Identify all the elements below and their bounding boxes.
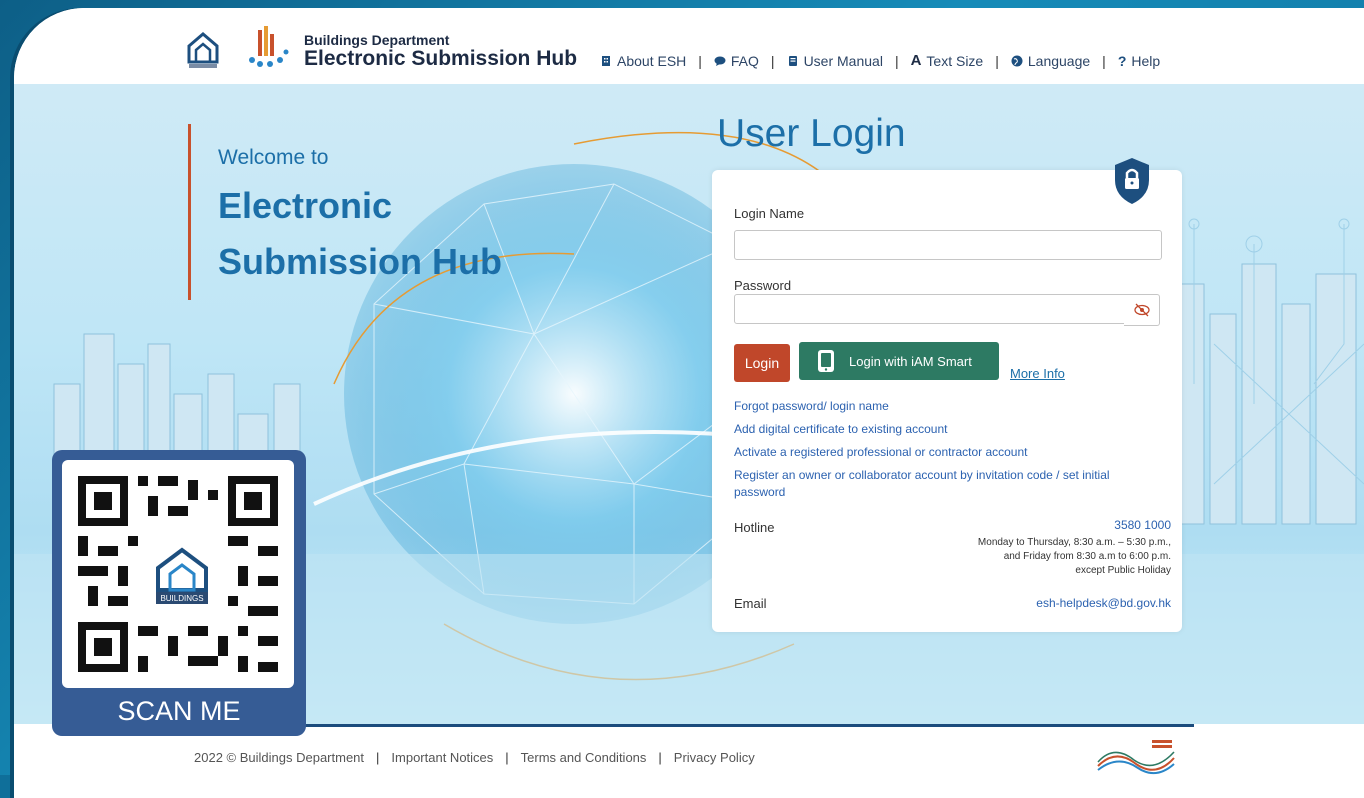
- hero-title: Electronic Submission Hub: [218, 178, 502, 290]
- password-input[interactable]: [734, 294, 1126, 324]
- iam-smart-login-button[interactable]: Login with iAM Smart: [799, 342, 999, 380]
- hero-welcome: Welcome to: [218, 146, 329, 169]
- footer-divider: [184, 724, 1194, 727]
- nav-separator: |: [770, 52, 775, 69]
- hotline-label: Hotline: [734, 520, 775, 535]
- email-link[interactable]: esh-helpdesk@bd.gov.hk: [1036, 596, 1171, 610]
- nav-language-label: Language: [1027, 52, 1091, 69]
- nav-user-manual[interactable]: User Manual: [787, 53, 883, 69]
- question-icon: ?: [1117, 52, 1127, 69]
- email-label: Email: [734, 596, 767, 611]
- accent-bar: [188, 124, 191, 300]
- footer-separator: |: [505, 750, 509, 765]
- important-notices-link[interactable]: Important Notices: [391, 750, 493, 765]
- nav-text-size-label: Text Size: [926, 52, 984, 69]
- brand-title: Electronic Submission Hub: [304, 47, 578, 70]
- copyright-text: 2022 © Buildings Department: [194, 750, 365, 765]
- footer-separator: |: [376, 750, 380, 765]
- buildings-department-qr-logo: BUILDINGS: [156, 547, 208, 604]
- forgot-password-link[interactable]: Forgot password/ login name: [734, 398, 1164, 415]
- nav-separator: |: [995, 52, 999, 69]
- hotline-hours: Monday to Thursday, 8:30 a.m. – 5:30 p.m…: [941, 536, 1171, 578]
- nav-separator: |: [894, 52, 899, 69]
- hero-title-line1: Electronic: [218, 185, 393, 226]
- nav-faq-label: FAQ: [730, 52, 759, 69]
- terms-and-conditions-link[interactable]: Terms and Conditions: [521, 750, 647, 765]
- footer-separator: |: [658, 750, 662, 765]
- more-info-link[interactable]: More Info: [1010, 366, 1065, 381]
- login-button[interactable]: Login: [734, 344, 790, 382]
- nav-faq[interactable]: FAQ: [714, 53, 759, 69]
- hero-title-line2: Submission Hub: [218, 241, 503, 282]
- nav-help[interactable]: ? Help: [1118, 53, 1160, 69]
- password-label: Password: [734, 278, 792, 293]
- lock-shield-icon: [1115, 158, 1149, 204]
- nav-user-manual-label: User Manual: [803, 52, 883, 69]
- hotline-hours-line1: Monday to Thursday, 8:30 a.m. – 5:30 p.m…: [977, 537, 1171, 548]
- add-digital-certificate-link[interactable]: Add digital certificate to existing acco…: [734, 421, 1164, 438]
- brand-hong-kong-logo: [1097, 740, 1175, 775]
- nav-about-esh-label: About ESH: [617, 52, 687, 69]
- buildings-department-logo: [187, 32, 219, 68]
- esh-logo: [249, 26, 289, 67]
- nav-text-size[interactable]: A Text Size: [911, 52, 984, 69]
- nav-separator: |: [698, 52, 702, 69]
- hotline-number[interactable]: 3580 1000: [1114, 518, 1171, 532]
- brand-subtitle: Buildings Department: [304, 32, 450, 48]
- privacy-policy-link[interactable]: Privacy Policy: [674, 750, 755, 765]
- login-name-label: Login Name: [734, 206, 805, 221]
- top-navigation: About ESH | FAQ | User Manual | A Text S…: [600, 52, 1160, 69]
- building-icon: [602, 55, 610, 66]
- password-visibility-toggle[interactable]: [1124, 294, 1160, 326]
- login-name-input[interactable]: [734, 230, 1162, 260]
- scan-me-label: SCAN ME: [117, 696, 241, 726]
- iam-smart-label: Login with iAM Smart: [849, 353, 972, 369]
- nav-help-label: Help: [1131, 52, 1161, 69]
- activate-account-link[interactable]: Activate a registered professional or co…: [734, 444, 1164, 461]
- hotline-hours-line2: and Friday from 8:30 a.m to 6:00 p.m.: [1003, 551, 1171, 562]
- chat-icon: [714, 56, 726, 66]
- header: Buildings Department Electronic Submissi…: [14, 8, 1364, 84]
- footer-navigation: 2022 © Buildings Department | Important …: [194, 750, 755, 765]
- iam-smart-icon: [818, 350, 834, 372]
- eye-slash-icon: [1133, 303, 1150, 317]
- hotline-hours-line3: except Public Holiday: [1075, 565, 1171, 576]
- login-title: User Login: [717, 112, 906, 155]
- nav-separator: |: [1102, 52, 1106, 69]
- book-icon: [788, 55, 797, 66]
- nav-about-esh[interactable]: About ESH: [600, 53, 686, 69]
- register-account-link[interactable]: Register an owner or collaborator accoun…: [734, 467, 1164, 501]
- qr-logo-text: BUILDINGS: [160, 594, 203, 603]
- globe-icon: [1011, 55, 1023, 66]
- text-size-icon: A: [910, 52, 922, 69]
- nav-language[interactable]: Language: [1011, 53, 1090, 69]
